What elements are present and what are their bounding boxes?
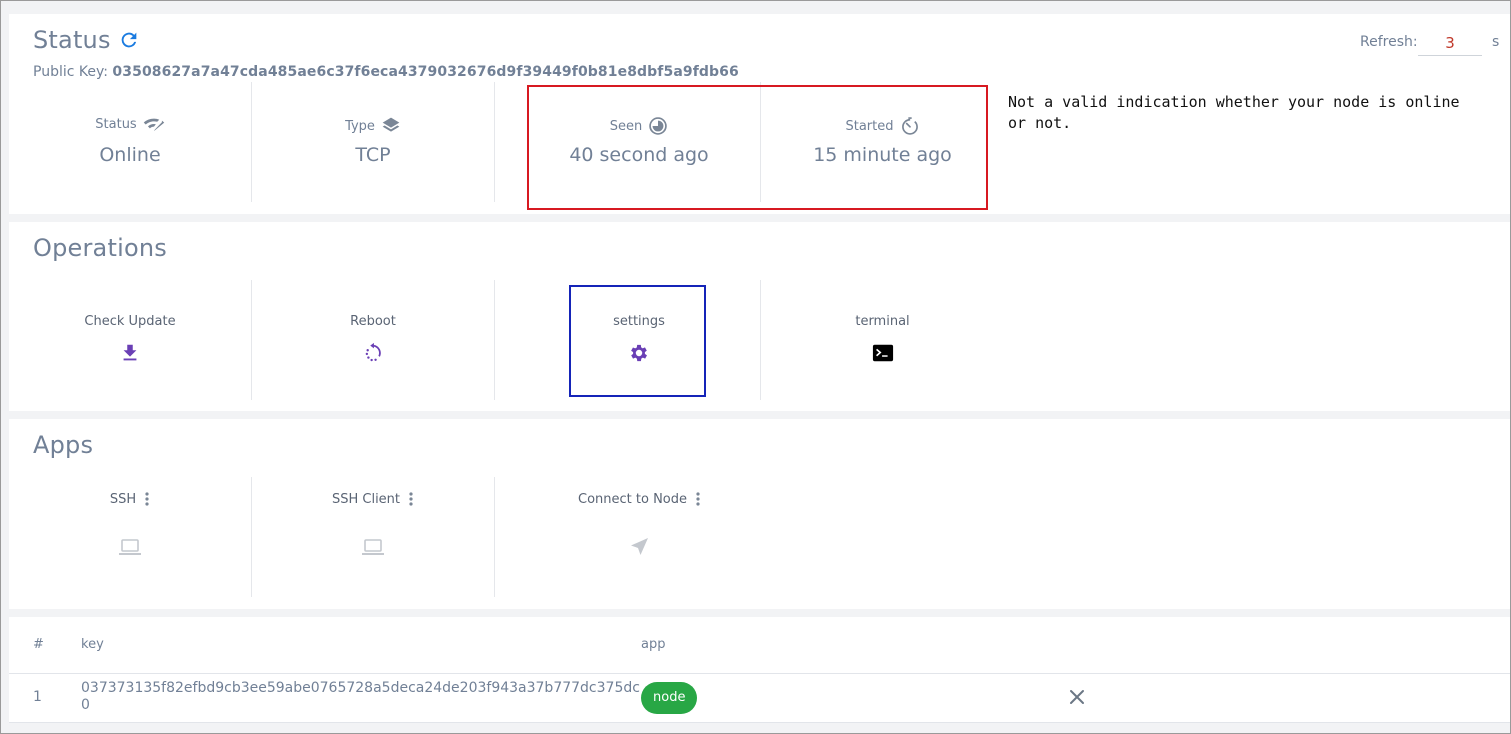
- op-terminal-label: terminal: [855, 314, 910, 329]
- operations-card: Operations Check Update Reboot settings …: [9, 222, 1510, 411]
- refresh-icon[interactable]: [118, 29, 140, 51]
- more-vert-icon[interactable]: [408, 491, 414, 507]
- wifi-icon: [143, 118, 164, 132]
- laptop-icon: [119, 539, 141, 555]
- refresh-control: Refresh: s: [1340, 30, 1510, 56]
- more-vert-icon[interactable]: [695, 491, 701, 507]
- stat-status-value: Online: [99, 144, 161, 166]
- column-header-app: app: [641, 637, 666, 652]
- close-icon[interactable]: [1067, 687, 1087, 707]
- operations-title: Operations: [33, 234, 167, 262]
- column-header-index: #: [33, 637, 44, 652]
- layers-icon: [382, 117, 400, 132]
- apps-card: Apps SSH SSH Client Connect to Node: [9, 419, 1510, 609]
- refresh-interval-input[interactable]: [1418, 30, 1482, 56]
- laptop-icon: [362, 539, 384, 555]
- selection-box: [569, 285, 706, 397]
- stat-type-value: TCP: [355, 144, 391, 166]
- reboot-icon: [365, 342, 381, 362]
- row-divider: [9, 722, 1510, 723]
- annotation-note: Not a valid indication whether your node…: [1008, 93, 1460, 132]
- download-icon: [123, 344, 137, 361]
- refresh-label: Refresh:: [1360, 34, 1418, 50]
- app-connect-to-node[interactable]: Connect to Node: [518, 477, 761, 597]
- public-key: Public Key: 03508627a7a47cda485ae6c37f6e…: [33, 64, 739, 80]
- stat-type: Type TCP: [252, 82, 495, 202]
- op-reboot[interactable]: Reboot: [252, 280, 495, 400]
- op-check-update-label: Check Update: [84, 314, 176, 329]
- public-key-value: 03508627a7a47cda485ae6c37f6eca4379032676…: [112, 64, 739, 80]
- app-badge: node: [641, 682, 698, 714]
- terminal-icon: [872, 344, 893, 362]
- more-vert-icon[interactable]: [144, 491, 150, 507]
- column-header-key: key: [81, 637, 104, 652]
- app-ssh-label: SSH: [109, 491, 137, 507]
- app-ssh-client[interactable]: SSH Client: [252, 477, 495, 597]
- stat-status-label: Status: [95, 116, 137, 132]
- header-divider: [9, 673, 1510, 674]
- app-connect-to-node-label: Connect to Node: [578, 491, 687, 507]
- send-icon: [630, 538, 648, 555]
- app-ssh-client-label: SSH Client: [331, 491, 401, 507]
- op-check-update[interactable]: Check Update: [9, 280, 252, 400]
- row-key: 037373135f82efbd9cb3ee59abe0765728a5deca…: [81, 680, 640, 713]
- app-ssh[interactable]: SSH: [9, 477, 252, 597]
- refresh-unit: s: [1492, 34, 1500, 50]
- transports-table: # key app 1 037373135f82efbd9cb3ee59abe0…: [9, 617, 1510, 723]
- stat-status: Status Online: [9, 82, 252, 202]
- highlight-box: [527, 85, 988, 210]
- status-title: Status: [33, 26, 111, 54]
- op-reboot-label: Reboot: [350, 314, 396, 329]
- op-terminal[interactable]: terminal: [761, 280, 1004, 400]
- public-key-label: Public Key:: [33, 64, 108, 80]
- row-index: 1: [33, 689, 42, 705]
- stat-type-label: Type: [345, 118, 375, 134]
- apps-title: Apps: [33, 431, 94, 459]
